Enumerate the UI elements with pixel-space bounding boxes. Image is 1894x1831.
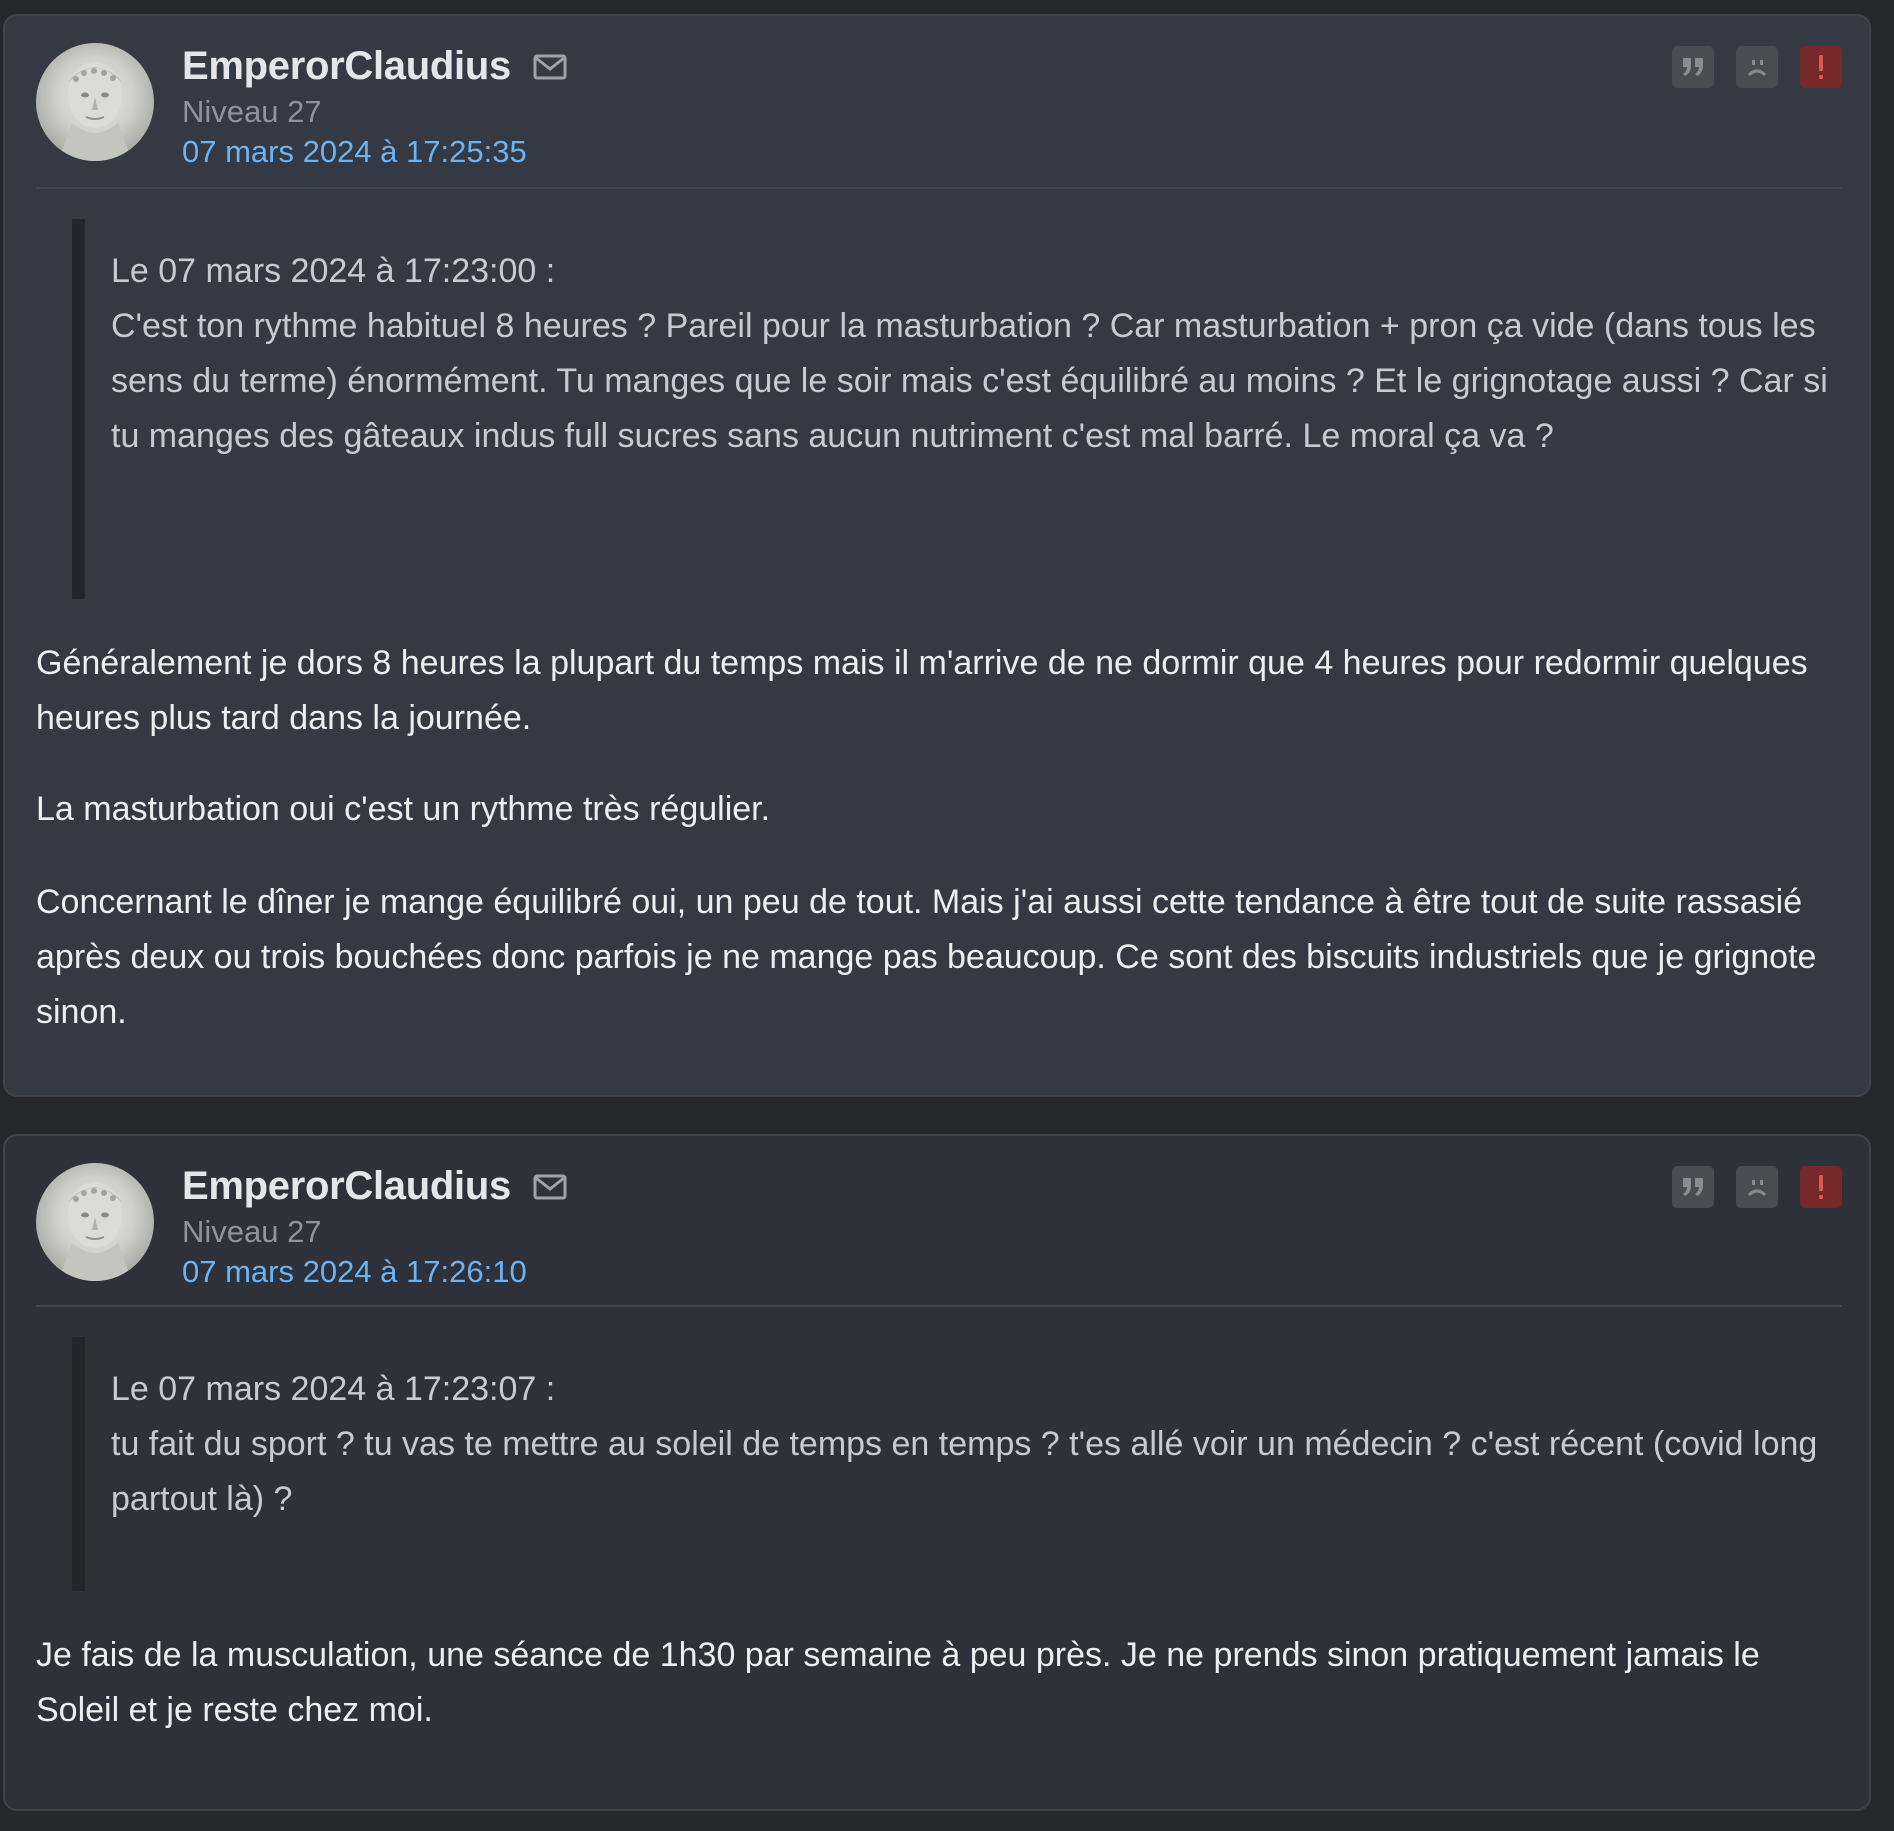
quote-header: Le 07 mars 2024 à 17:23:07 : — [111, 1370, 556, 1408]
exclamation-icon — [1819, 55, 1823, 79]
post-date-link[interactable]: 07 mars 2024 à 17:26:10 — [182, 1252, 527, 1292]
sad-face-icon — [1747, 60, 1767, 77]
quote-icon — [1683, 1178, 1703, 1196]
quote-icon — [1683, 58, 1703, 76]
post-paragraph: La masturbation oui c'est un rythme très… — [36, 790, 771, 828]
avatar-bust-icon — [58, 1182, 132, 1281]
post-paragraph: Concernant le dîner je mange équilibré o… — [36, 883, 1817, 1031]
mail-icon[interactable] — [532, 1173, 568, 1201]
quote-header: Le 07 mars 2024 à 17:23:00 : — [111, 252, 556, 290]
mail-icon[interactable] — [532, 53, 568, 81]
forum-thread: EmperorClaudius Niveau 27 07 mars 2024 à… — [0, 0, 1894, 1831]
quote-button[interactable] — [1672, 1166, 1714, 1208]
header-divider — [36, 187, 1842, 189]
sad-face-icon — [1747, 1180, 1767, 1197]
ignore-button[interactable] — [1736, 46, 1778, 88]
avatar[interactable] — [36, 1163, 154, 1281]
header-divider — [36, 1305, 1842, 1307]
report-button[interactable] — [1800, 1166, 1842, 1208]
post-paragraph: Je fais de la musculation, une séance de… — [36, 1636, 1760, 1729]
author-level: Niveau 27 — [182, 1214, 322, 1249]
avatar[interactable] — [36, 43, 154, 161]
blockquote-bar — [72, 1337, 85, 1591]
author-name[interactable]: EmperorClaudius — [182, 42, 511, 90]
report-button[interactable] — [1800, 46, 1842, 88]
ignore-button[interactable] — [1736, 1166, 1778, 1208]
author-name[interactable]: EmperorClaudius — [182, 1162, 511, 1210]
avatar-bust-icon — [58, 62, 132, 161]
forum-post: EmperorClaudius Niveau 27 07 mars 2024 à… — [3, 1134, 1871, 1811]
blockquote-bar — [72, 219, 85, 599]
quote-button[interactable] — [1672, 46, 1714, 88]
post-paragraph: Généralement je dors 8 heures la plupart… — [36, 644, 1808, 737]
quote-text: C'est ton rythme habituel 8 heures ? Par… — [111, 307, 1828, 455]
author-level: Niveau 27 — [182, 94, 322, 129]
post-date-link[interactable]: 07 mars 2024 à 17:25:35 — [182, 132, 527, 172]
exclamation-icon — [1819, 1175, 1823, 1199]
forum-post: EmperorClaudius Niveau 27 07 mars 2024 à… — [3, 14, 1871, 1097]
quote-text: tu fait du sport ? tu vas te mettre au s… — [111, 1425, 1818, 1518]
